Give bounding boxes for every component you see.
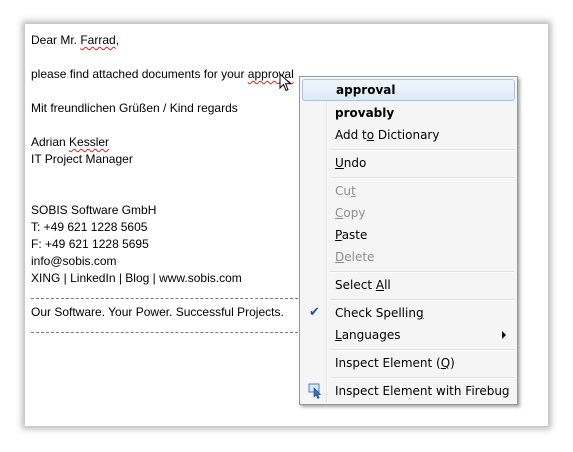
context-menu: approval provably Add to Dictionary Undo… — [299, 76, 518, 405]
suggestion-approval[interactable]: approval — [302, 79, 515, 101]
email-address: info@sobis.com — [31, 254, 117, 268]
divider-top — [31, 298, 303, 299]
languages-label: Languages — [335, 328, 401, 342]
company-name: SOBIS Software GmbH — [31, 203, 157, 217]
mouse-cursor-icon — [279, 73, 292, 92]
inspect-element-label: Inspect Element (Q) — [335, 356, 455, 370]
links-line: XING | LinkedIn | Blog | www.sobis.com — [31, 271, 242, 285]
delete-label: Delete — [335, 250, 375, 264]
divider-bottom — [31, 332, 303, 333]
checkmark-icon: ✔ — [309, 305, 320, 320]
copy-item[interactable]: Copy — [302, 202, 515, 224]
menu-separator — [330, 271, 514, 273]
inspect-element-item[interactable]: Inspect Element (Q) — [302, 352, 515, 374]
suggestion-provably[interactable]: provably — [302, 102, 515, 124]
greeting-comma: , — [115, 33, 120, 47]
copy-label: Copy — [335, 206, 366, 220]
cut-item[interactable]: Cut — [302, 180, 515, 202]
menu-separator — [330, 349, 514, 351]
fax-line: F: +49 621 1228 5695 — [31, 237, 149, 251]
paste-item[interactable]: Paste — [302, 224, 515, 246]
inspect-firebug-item[interactable]: Inspect Element with Firebug — [302, 380, 515, 402]
body-text: please find attached documents for your — [31, 67, 248, 81]
select-all-label: Select All — [335, 278, 391, 292]
greeting-line: Dear Mr. Farrad, — [31, 33, 119, 47]
menu-separator — [330, 177, 514, 179]
inspect-firebug-label: Inspect Element with Firebug — [335, 384, 510, 398]
add-to-dictionary-label: Add to Dictionary — [335, 128, 440, 142]
phone-line: T: +49 621 1228 5605 — [31, 220, 148, 234]
undo-label: Undo — [335, 156, 367, 170]
closing-line: Mit freundlichen Grüßen / Kind regards — [31, 101, 238, 115]
undo-item[interactable]: Undo — [302, 152, 515, 174]
suggestion-approval-label: approval — [336, 83, 396, 97]
firebug-inspect-icon — [308, 383, 322, 399]
suggestion-provably-label: provably — [335, 106, 395, 120]
submenu-arrow-icon — [502, 331, 506, 339]
check-spelling-item[interactable]: ✔ Check Spelling — [302, 302, 515, 324]
add-to-dictionary-item[interactable]: Add to Dictionary — [302, 124, 515, 146]
cut-label: Cut — [335, 184, 356, 198]
delete-item[interactable]: Delete — [302, 246, 515, 268]
languages-item[interactable]: Languages — [302, 324, 515, 346]
signature-name: Adrian Kessler — [31, 135, 109, 149]
select-all-item[interactable]: Select All — [302, 274, 515, 296]
body-line: please find attached documents for your … — [31, 67, 294, 81]
menu-separator — [330, 149, 514, 151]
signature-title: IT Project Manager — [31, 152, 133, 166]
signature-last-name: Kessler — [69, 135, 110, 149]
check-spelling-label: Check Spelling — [335, 306, 424, 320]
slogan-line: Our Software. Your Power. Successful Pro… — [31, 305, 284, 319]
menu-separator — [330, 377, 514, 379]
greeting-text: Dear Mr. — [31, 33, 81, 47]
paste-label: Paste — [335, 228, 368, 242]
signature-first-name: Adrian — [31, 135, 70, 149]
menu-separator — [330, 299, 514, 301]
greeting-name: Farrad — [80, 33, 116, 47]
